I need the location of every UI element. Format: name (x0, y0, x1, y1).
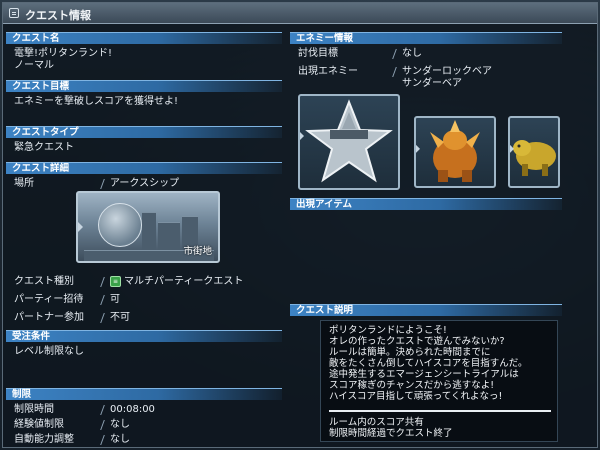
quest-type-text: 緊急クエスト (14, 142, 74, 153)
enemy-card-emblem[interactable] (298, 94, 400, 190)
window-title: クエスト情報 (25, 9, 91, 22)
quest-kind-value: マルチパーティークエスト (124, 276, 244, 287)
location-value: アークスシップ (110, 178, 180, 189)
limits-header-label: 制限 (12, 389, 32, 400)
location-label: 場所 (14, 178, 34, 189)
quest-goal-header: クエスト目標 (6, 80, 282, 92)
description-line: ポリタンランドにようこそ! (329, 325, 447, 336)
party-invite-value: 可 (110, 294, 120, 305)
items-header-label: 出現アイテム (296, 199, 353, 210)
separator (100, 405, 106, 415)
area-thumbnail[interactable]: 市街地 (76, 191, 220, 263)
description-header: クエスト説明 (290, 304, 562, 316)
separator (392, 67, 398, 77)
quest-difficulty: ノーマル (14, 60, 54, 71)
description-line: ハイスコア目指して頑張ってくれよなっ! (329, 391, 503, 402)
quest-name: 電撃!ポリタンランド! (14, 48, 113, 59)
description-line: スコア稼ぎのチャンスだから逃すなよ! (329, 380, 495, 391)
auto-adjust-value: なし (110, 434, 130, 445)
description-box: ポリタンランドにようこそ! オレの作ったクエストで遊んでみないか? ルールは簡単… (320, 320, 558, 442)
quest-name-header: クエスト名 (6, 32, 282, 44)
enemy-card-rock-bear[interactable] (414, 116, 496, 188)
quest-detail-header: クエスト詳細 (6, 162, 282, 174)
rock-bear-icon (430, 120, 480, 182)
quest-goal-header-label: クエスト目標 (12, 81, 70, 92)
description-footer-line: 制限時間経過でクエスト終了 (329, 428, 453, 439)
items-header: 出現アイテム (290, 198, 562, 210)
separator (100, 313, 106, 323)
target-value: なし (402, 48, 422, 59)
conditions-header: 受注条件 (6, 330, 282, 342)
separator (100, 435, 106, 445)
party-invite-label: パーティー招待 (14, 294, 84, 305)
description-line: オレの作ったクエストで遊んでみないか? (329, 336, 505, 347)
partner-join-label: パートナー参加 (14, 312, 84, 323)
bear-icon (513, 140, 556, 176)
quest-type-header-label: クエストタイプ (12, 127, 79, 138)
quest-kind-label: クエスト種別 (14, 276, 74, 287)
separator (100, 420, 106, 430)
separator (100, 277, 106, 287)
enemy-name-2: サンダーベア (402, 78, 462, 89)
quest-type-header: クエストタイプ (6, 126, 282, 138)
area-name: 市街地 (183, 246, 212, 257)
separator (392, 49, 398, 59)
limits-header: 制限 (6, 388, 282, 400)
time-limit-value: 00:08:00 (110, 404, 155, 415)
description-footer-line: ルーム内のスコア共有 (329, 417, 424, 428)
appear-enemy-label: 出現エネミー (298, 66, 358, 77)
enemy-card-bear[interactable] (508, 116, 560, 188)
quest-detail-header-label: クエスト詳細 (12, 163, 70, 174)
dome-building-icon (98, 203, 142, 247)
enemy-name-1: サンダーロックベア (402, 66, 492, 77)
target-label: 討伐目標 (298, 48, 338, 59)
conditions-text: レベル制限なし (14, 346, 84, 357)
separator (100, 179, 106, 189)
building-shape (142, 212, 156, 253)
conditions-header-label: 受注条件 (12, 331, 51, 342)
description-line: 途中発生するエマージェンシートライアルは (329, 369, 519, 380)
description-line: 敵をたくさん倒してハイスコアを目指すんだ。 (329, 358, 528, 369)
separator (100, 295, 106, 305)
exp-limit-value: なし (110, 419, 130, 430)
quest-goal-text: エネミーを撃破しスコアを獲得せよ! (14, 96, 179, 107)
auto-adjust-label: 自動能力調整 (14, 434, 74, 445)
exp-limit-label: 経験値制限 (14, 419, 64, 430)
partner-join-value: 不可 (110, 312, 130, 323)
quest-name-header-label: クエスト名 (12, 33, 60, 44)
description-divider (329, 410, 551, 412)
time-limit-label: 制限時間 (14, 404, 54, 415)
description-line: ルールは簡単。決められた時間までに (329, 347, 491, 358)
multi-party-badge-icon: ≡ (110, 276, 121, 287)
building-shape (158, 222, 180, 253)
thumbnail-arrow-icon (78, 221, 83, 233)
star-emblem-icon (305, 99, 393, 183)
title-bar: クエスト情報 (3, 3, 597, 24)
enemy-info-header-label: エネミー情報 (296, 33, 354, 44)
description-header-label: クエスト説明 (296, 305, 354, 316)
window-menu-icon[interactable] (9, 8, 19, 18)
enemy-info-header: エネミー情報 (290, 32, 562, 44)
